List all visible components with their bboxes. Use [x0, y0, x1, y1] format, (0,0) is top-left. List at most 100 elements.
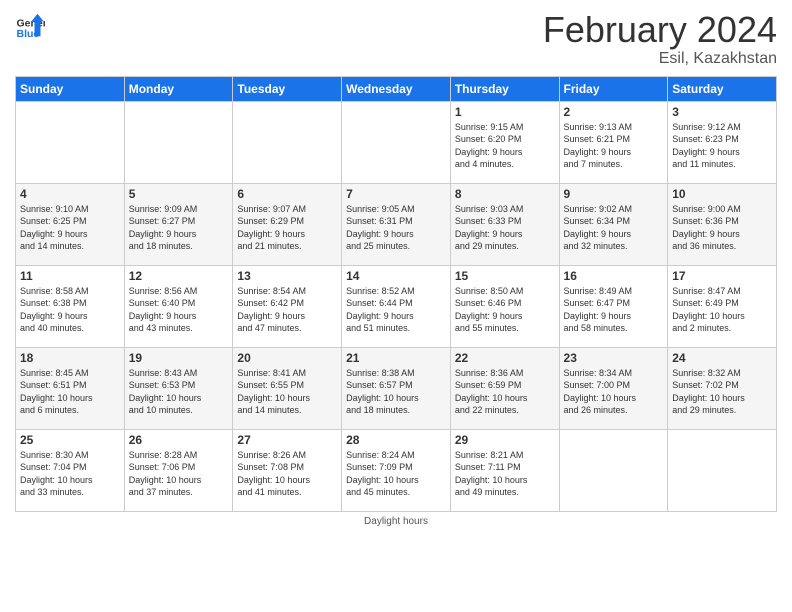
title-block: February 2024 Esil, Kazakhstan: [543, 10, 777, 68]
day-number: 28: [346, 433, 446, 447]
footer: Daylight hours: [15, 516, 777, 527]
calendar-cell: 19 Sunrise: 8:43 AMSunset: 6:53 PMDayligh…: [124, 347, 233, 429]
calendar-table: SundayMondayTuesdayWednesdayThursdayFrid…: [15, 76, 777, 512]
calendar-cell: 18 Sunrise: 8:45 AMSunset: 6:51 PMDayligh…: [16, 347, 125, 429]
day-info: Sunrise: 8:36 AMSunset: 6:59 PMDaylight:…: [455, 367, 555, 417]
day-number: 13: [237, 269, 337, 283]
day-info: Sunrise: 9:05 AMSunset: 6:31 PMDaylight:…: [346, 203, 446, 253]
day-info: Sunrise: 8:24 AMSunset: 7:09 PMDaylight:…: [346, 449, 446, 499]
calendar-cell: [16, 101, 125, 183]
calendar-week-row: 11 Sunrise: 8:58 AMSunset: 6:38 PMDayligh…: [16, 265, 777, 347]
calendar-cell: [342, 101, 451, 183]
calendar-cell: 22 Sunrise: 8:36 AMSunset: 6:59 PMDayligh…: [450, 347, 559, 429]
day-number: 16: [564, 269, 664, 283]
calendar-cell: 5 Sunrise: 9:09 AMSunset: 6:27 PMDaylight…: [124, 183, 233, 265]
calendar-cell: 1 Sunrise: 9:15 AMSunset: 6:20 PMDaylight…: [450, 101, 559, 183]
day-number: 15: [455, 269, 555, 283]
day-number: 8: [455, 187, 555, 201]
calendar-cell: 15Sunrise: 8:50 AMSunset: 6:46 PMDayligh…: [450, 265, 559, 347]
day-info: Sunrise: 9:12 AMSunset: 6:23 PMDaylight:…: [672, 121, 772, 171]
calendar-cell: 23 Sunrise: 8:34 AMSunset: 7:00 PMDayligh…: [559, 347, 668, 429]
calendar-week-row: 4 Sunrise: 9:10 AMSunset: 6:25 PMDaylight…: [16, 183, 777, 265]
day-number: 4: [20, 187, 120, 201]
calendar-cell: 2Sunrise: 9:13 AMSunset: 6:21 PMDaylight…: [559, 101, 668, 183]
day-info: Sunrise: 8:30 AMSunset: 7:04 PMDaylight:…: [20, 449, 120, 499]
calendar-cell: 16 Sunrise: 8:49 AMSunset: 6:47 PMDayligh…: [559, 265, 668, 347]
day-header: Wednesday: [342, 76, 451, 101]
day-info: Sunrise: 9:13 AMSunset: 6:21 PMDaylight:…: [564, 121, 664, 171]
day-info: Sunrise: 8:58 AMSunset: 6:38 PMDaylight:…: [20, 285, 120, 335]
calendar-cell: 29 Sunrise: 8:21 AMSunset: 7:11 PMDayligh…: [450, 429, 559, 511]
calendar-cell: 9 Sunrise: 9:02 AMSunset: 6:34 PMDaylight…: [559, 183, 668, 265]
calendar-cell: 28 Sunrise: 8:24 AMSunset: 7:09 PMDayligh…: [342, 429, 451, 511]
month-year-title: February 2024: [543, 10, 777, 50]
day-number: 17: [672, 269, 772, 283]
day-number: 6: [237, 187, 337, 201]
day-number: 18: [20, 351, 120, 365]
calendar-week-row: 18 Sunrise: 8:45 AMSunset: 6:51 PMDayligh…: [16, 347, 777, 429]
day-header: Friday: [559, 76, 668, 101]
day-number: 23: [564, 351, 664, 365]
day-info: Sunrise: 9:07 AMSunset: 6:29 PMDaylight:…: [237, 203, 337, 253]
day-header: Monday: [124, 76, 233, 101]
logo-icon: General Blue: [15, 10, 45, 40]
calendar-cell: 21Sunrise: 8:38 AMSunset: 6:57 PMDayligh…: [342, 347, 451, 429]
calendar-cell: 10 Sunrise: 9:00 AMSunset: 6:36 PMDayligh…: [668, 183, 777, 265]
calendar-cell: [668, 429, 777, 511]
logo: General Blue: [15, 10, 45, 40]
day-info: Sunrise: 8:47 AMSunset: 6:49 PMDaylight:…: [672, 285, 772, 335]
day-info: Sunrise: 8:49 AMSunset: 6:47 PMDaylight:…: [564, 285, 664, 335]
day-info: Sunrise: 8:56 AMSunset: 6:40 PMDaylight:…: [129, 285, 229, 335]
day-header: Saturday: [668, 76, 777, 101]
day-header: Thursday: [450, 76, 559, 101]
day-number: 1: [455, 105, 555, 119]
calendar-cell: 27Sunrise: 8:26 AMSunset: 7:08 PMDayligh…: [233, 429, 342, 511]
day-info: Sunrise: 8:52 AMSunset: 6:44 PMDaylight:…: [346, 285, 446, 335]
day-info: Sunrise: 8:34 AMSunset: 7:00 PMDaylight:…: [564, 367, 664, 417]
calendar-cell: 8 Sunrise: 9:03 AMSunset: 6:33 PMDaylight…: [450, 183, 559, 265]
day-number: 21: [346, 351, 446, 365]
day-info: Sunrise: 9:02 AMSunset: 6:34 PMDaylight:…: [564, 203, 664, 253]
day-number: 19: [129, 351, 229, 365]
calendar-cell: 13 Sunrise: 8:54 AMSunset: 6:42 PMDayligh…: [233, 265, 342, 347]
calendar-cell: 25Sunrise: 8:30 AMSunset: 7:04 PMDayligh…: [16, 429, 125, 511]
calendar-cell: 26 Sunrise: 8:28 AMSunset: 7:06 PMDayligh…: [124, 429, 233, 511]
day-number: 24: [672, 351, 772, 365]
day-number: 7: [346, 187, 446, 201]
calendar-cell: [559, 429, 668, 511]
day-info: Sunrise: 9:00 AMSunset: 6:36 PMDaylight:…: [672, 203, 772, 253]
day-number: 29: [455, 433, 555, 447]
day-number: 11: [20, 269, 120, 283]
day-info: Sunrise: 8:43 AMSunset: 6:53 PMDaylight:…: [129, 367, 229, 417]
calendar-cell: 12 Sunrise: 8:56 AMSunset: 6:40 PMDayligh…: [124, 265, 233, 347]
page-container: General Blue February 2024 Esil, Kazakhs…: [0, 0, 792, 537]
daylight-label: Daylight hours: [364, 516, 428, 527]
calendar-cell: 14 Sunrise: 8:52 AMSunset: 6:44 PMDayligh…: [342, 265, 451, 347]
day-info: Sunrise: 9:10 AMSunset: 6:25 PMDaylight:…: [20, 203, 120, 253]
calendar-cell: 11 Sunrise: 8:58 AMSunset: 6:38 PMDayligh…: [16, 265, 125, 347]
day-header: Sunday: [16, 76, 125, 101]
day-info: Sunrise: 8:28 AMSunset: 7:06 PMDaylight:…: [129, 449, 229, 499]
day-info: Sunrise: 8:45 AMSunset: 6:51 PMDaylight:…: [20, 367, 120, 417]
day-info: Sunrise: 9:15 AMSunset: 6:20 PMDaylight:…: [455, 121, 555, 171]
day-info: Sunrise: 8:21 AMSunset: 7:11 PMDaylight:…: [455, 449, 555, 499]
day-info: Sunrise: 8:54 AMSunset: 6:42 PMDaylight:…: [237, 285, 337, 335]
calendar-cell: 3 Sunrise: 9:12 AMSunset: 6:23 PMDaylight…: [668, 101, 777, 183]
day-number: 3: [672, 105, 772, 119]
day-header: Tuesday: [233, 76, 342, 101]
day-info: Sunrise: 9:09 AMSunset: 6:27 PMDaylight:…: [129, 203, 229, 253]
day-number: 14: [346, 269, 446, 283]
day-number: 9: [564, 187, 664, 201]
day-info: Sunrise: 8:41 AMSunset: 6:55 PMDaylight:…: [237, 367, 337, 417]
day-number: 26: [129, 433, 229, 447]
calendar-cell: 24Sunrise: 8:32 AMSunset: 7:02 PMDayligh…: [668, 347, 777, 429]
calendar-cell: 17 Sunrise: 8:47 AMSunset: 6:49 PMDayligh…: [668, 265, 777, 347]
calendar-cell: [233, 101, 342, 183]
location-subtitle: Esil, Kazakhstan: [543, 50, 777, 68]
day-number: 22: [455, 351, 555, 365]
day-number: 5: [129, 187, 229, 201]
day-info: Sunrise: 9:03 AMSunset: 6:33 PMDaylight:…: [455, 203, 555, 253]
day-number: 10: [672, 187, 772, 201]
day-number: 12: [129, 269, 229, 283]
calendar-cell: 6 Sunrise: 9:07 AMSunset: 6:29 PMDaylight…: [233, 183, 342, 265]
